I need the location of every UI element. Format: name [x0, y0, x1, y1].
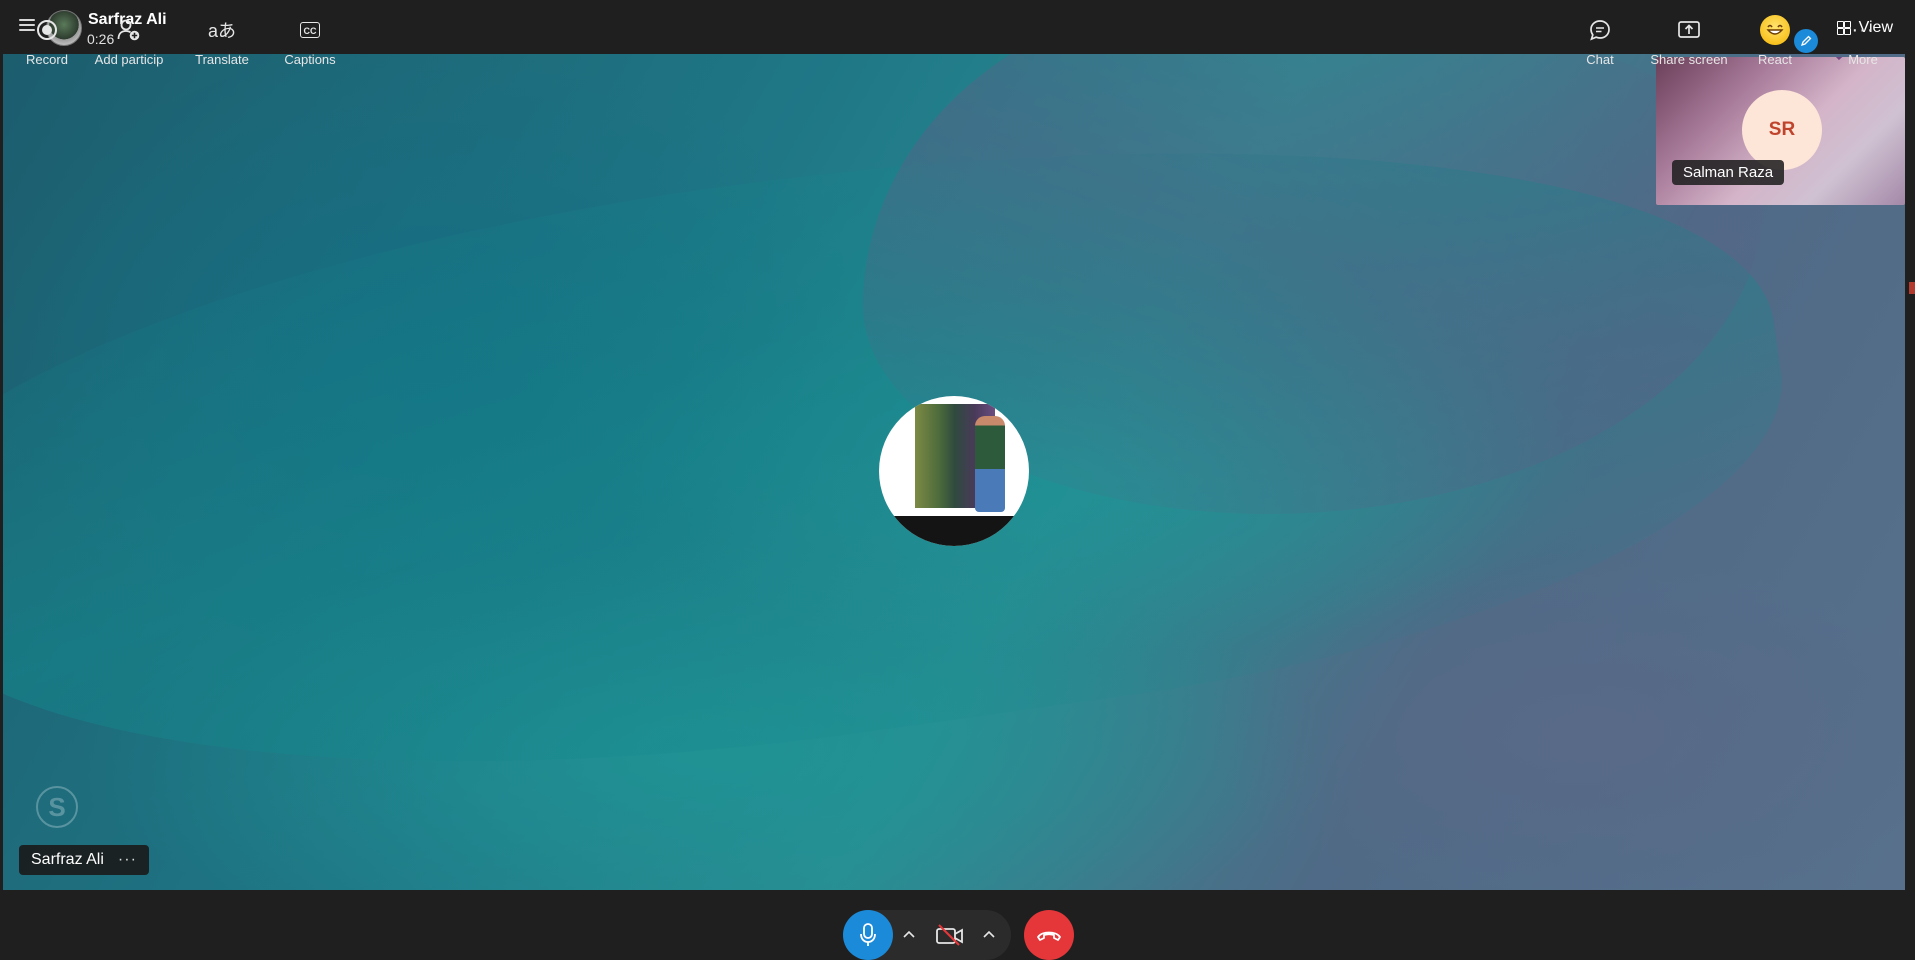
profile-photo-person [975, 416, 1005, 512]
self-name-label: Sarfraz Ali ··· [19, 845, 149, 875]
profile-photo-band [879, 516, 1029, 546]
share-screen-icon [1678, 21, 1700, 38]
hang-up-icon [1037, 931, 1061, 941]
share-screen-label: Share screen [1650, 52, 1728, 67]
share-screen-button[interactable]: Share screen [1644, 18, 1734, 67]
captions-icon: CC [300, 22, 320, 38]
camera-off-icon [936, 924, 963, 946]
profile-photo [915, 404, 1005, 512]
microphone-icon [860, 923, 876, 946]
chat-button[interactable]: Chat [1555, 18, 1645, 67]
scroll-indicator [1909, 282, 1915, 294]
self-name: Sarfraz Ali [31, 851, 104, 868]
react-icon [1760, 15, 1818, 53]
self-options-button[interactable]: ··· [118, 852, 137, 868]
captions-label: Captions [284, 52, 336, 67]
skype-logo-icon: S [36, 786, 78, 828]
pen-icon[interactable] [1794, 29, 1818, 53]
translate-icon: aあ [207, 21, 236, 41]
translate-label: Translate [195, 52, 249, 67]
window-edge [1905, 54, 1915, 890]
chat-icon [1590, 20, 1610, 41]
remote-participant-tile[interactable]: SR Salman Raza [1656, 57, 1905, 205]
remote-name-label: Salman Raza [1672, 160, 1785, 185]
tile-wallpaper [1806, 57, 1905, 175]
more-icon: ··· [1851, 18, 1875, 41]
captions-button[interactable]: CC Captions [265, 18, 355, 67]
add-participant-icon [117, 19, 140, 41]
add-participant-label: Add particip [94, 52, 164, 67]
more-label: More [1848, 52, 1878, 67]
microphone-button[interactable] [843, 910, 893, 960]
remote-avatar: SR [1742, 90, 1822, 170]
end-call-button[interactable] [1024, 910, 1074, 960]
react-label: React [1758, 52, 1792, 67]
remote-initials: SR [1768, 119, 1796, 140]
microphone-options-chevron-icon[interactable] [899, 924, 919, 944]
record-label: Record [26, 52, 68, 67]
react-button[interactable]: React [1730, 15, 1820, 67]
camera-options-chevron-icon[interactable] [979, 924, 999, 944]
more-button[interactable]: ··· More [1818, 18, 1908, 68]
record-icon [37, 20, 57, 40]
record-button[interactable]: Record [2, 18, 92, 67]
camera-toggle-button[interactable] [932, 920, 968, 950]
chat-label: Chat [1586, 52, 1614, 67]
add-participant-button[interactable]: Add particip [84, 18, 174, 67]
translate-button[interactable]: aあ Translate [177, 18, 267, 67]
self-profile-picture [879, 396, 1029, 546]
